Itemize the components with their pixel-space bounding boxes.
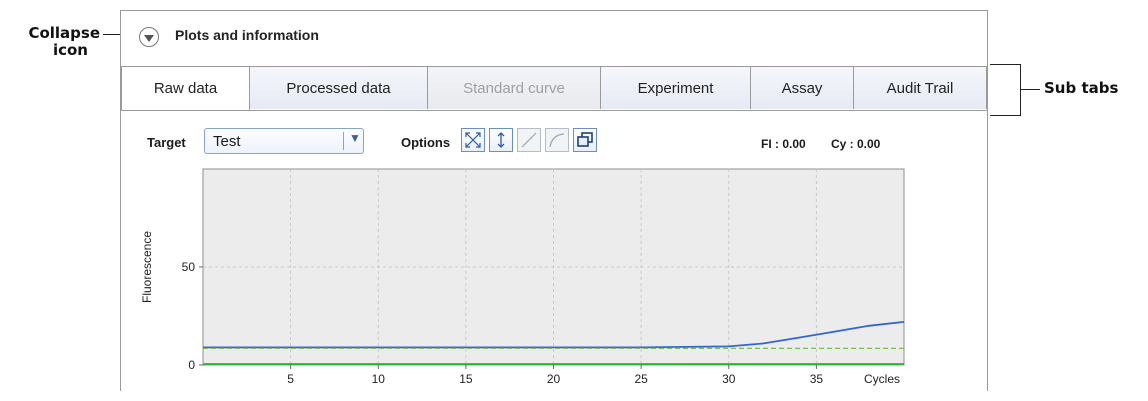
- plots-information-panel: Plots and information Raw data Processed…: [120, 10, 988, 391]
- tab-raw-data[interactable]: Raw data: [121, 66, 250, 110]
- subtabs-bracket-pointer: [1020, 89, 1040, 90]
- chevron-down-circle-icon[interactable]: [139, 27, 159, 47]
- callout-collapse-line1: Collapse: [28, 24, 100, 42]
- tab-label: Raw data: [153, 80, 218, 97]
- tab-experiment[interactable]: Experiment: [600, 66, 751, 109]
- tab-label: Standard curve: [463, 79, 565, 97]
- subtabs-callout: Sub tabs: [1044, 79, 1119, 97]
- y-tick-label: 50: [182, 260, 196, 274]
- panel-title: Plots and information: [175, 27, 319, 43]
- raw-data-chart[interactable]: 5 10 15 20 25 30 35 0 50 Cycles Fluorescence: [121, 161, 987, 401]
- y-tick-label: 0: [188, 358, 195, 372]
- x-tick-label: 35: [810, 372, 824, 386]
- line-icon[interactable]: [517, 128, 541, 152]
- sub-tabs: Raw data Processed data Standard curve E…: [121, 66, 987, 111]
- collapse-icon-callout: Collapse icon: [8, 25, 100, 59]
- target-value: Test: [213, 133, 241, 150]
- tab-processed-data[interactable]: Processed data: [249, 66, 428, 109]
- callout-collapse-line2: icon: [52, 41, 88, 59]
- curve-icon[interactable]: [545, 128, 569, 152]
- x-tick-label: 30: [722, 372, 736, 386]
- tab-label: Audit Trail: [886, 79, 954, 97]
- x-axis-label: Cycles: [864, 372, 900, 386]
- tab-audit-trail[interactable]: Audit Trail: [853, 66, 987, 109]
- x-tick-label: 20: [547, 372, 561, 386]
- x-tick-label: 10: [372, 372, 386, 386]
- y-axis-label: Fluorescence: [140, 231, 154, 303]
- options-label: Options: [401, 135, 451, 150]
- tab-label: Processed data: [286, 79, 391, 97]
- subtabs-bracket-bottom: [990, 115, 1020, 116]
- tab-label: Experiment: [637, 79, 714, 97]
- target-label: Target: [147, 135, 186, 150]
- subtabs-bracket-vertical: [1020, 64, 1021, 116]
- fit-all-icon[interactable]: [461, 128, 485, 152]
- tab-assay[interactable]: Assay: [750, 66, 854, 109]
- subtabs-bracket-top: [990, 64, 1020, 65]
- target-dropdown[interactable]: Test ▼: [204, 128, 364, 154]
- tab-standard-curve[interactable]: Standard curve: [427, 66, 601, 109]
- fit-vertical-icon[interactable]: [489, 128, 513, 152]
- tab-label: Assay: [781, 79, 823, 97]
- overlay-windows-icon[interactable]: [573, 128, 597, 152]
- x-tick-label: 15: [459, 372, 473, 386]
- panel-header: Plots and information: [121, 11, 987, 65]
- fluorescence-readout: FI : 0.00: [761, 137, 806, 151]
- chevron-down-icon: ▼: [349, 131, 361, 145]
- dropdown-divider: [343, 132, 344, 150]
- x-tick-label: 25: [634, 372, 648, 386]
- x-tick-label: 5: [287, 372, 294, 386]
- cycle-readout: Cy : 0.00: [831, 137, 881, 151]
